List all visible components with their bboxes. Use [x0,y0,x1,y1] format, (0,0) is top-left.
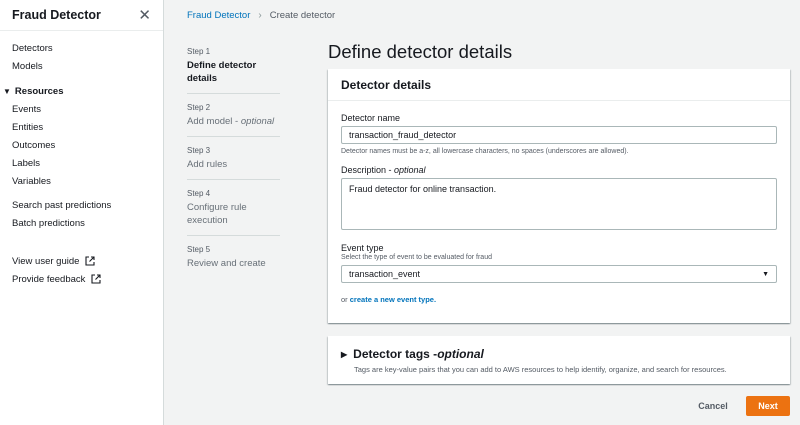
step-number: Step 2 [187,103,211,112]
event-type-hint: Select the type of event to be evaluated… [341,254,492,261]
step-1: Step 1 Define detector details [187,47,280,94]
detector-name-hint: Detector names must be a-z, all lowercas… [341,148,629,155]
sidebar-header: Fraud Detector ✕ [0,0,163,31]
sidebar-item-models[interactable]: Models [0,57,163,75]
description-label-optional: optional [394,165,426,175]
step-title-text: Add model - [187,116,241,127]
cancel-button[interactable]: Cancel [690,396,736,416]
caret-right-icon: ▶ [341,349,348,359]
sidebar-nav: Detectors Models ▼ Resources Events Enti… [0,31,163,288]
sidebar-item-label: View user guide [12,255,80,267]
create-event-type-line: or create a new event type. [341,295,777,304]
step-5: Step 5 Review and create [187,245,280,278]
step-number: Step 5 [187,245,211,254]
sidebar-item-labels[interactable]: Labels [0,154,163,172]
external-link-icon [85,256,95,266]
sidebar-section-resources[interactable]: ▼ Resources [0,82,163,100]
step-title: Add model - optional [187,115,280,128]
tags-description: Tags are key-value pairs that you can ad… [354,365,727,374]
external-link-icon [91,274,101,284]
breadcrumb: Fraud Detector › Create detector [187,10,335,21]
next-button[interactable]: Next [746,396,790,416]
step-3: Step 3 Add rules [187,146,280,180]
detector-tags-toggle[interactable]: ▶ Detector tags - optional [328,336,790,361]
panel-body: Detector name transaction_fraud_detector… [328,101,790,304]
caret-down-icon: ▼ [3,86,11,96]
detector-tags-panel: ▶ Detector tags - optional Tags are key-… [328,336,790,384]
event-type-label: Event type [341,243,384,253]
breadcrumb-current: Create detector [269,10,336,21]
detector-name-input[interactable]: transaction_fraud_detector [341,126,777,144]
sidebar-item-variables[interactable]: Variables [0,172,163,190]
step-title: Define detector details [187,60,257,84]
event-type-select[interactable]: transaction_event ▼ [341,265,777,283]
detector-name-label: Detector name [341,113,401,123]
description-textarea[interactable]: Fraud detector for online transaction. [341,178,777,230]
sidebar-item-view-user-guide[interactable]: View user guide [0,252,163,270]
create-event-type-link[interactable]: create a new event type. [350,295,436,304]
step-4: Step 4 Configure rule execution [187,189,280,236]
detector-details-panel: Detector details Detector name transacti… [328,69,790,323]
chevron-right-icon: › [258,10,262,21]
sidebar-item-events[interactable]: Events [0,100,163,118]
description-label-text: Description - [341,165,395,175]
caret-down-icon: ▼ [762,270,769,278]
event-type-value: transaction_event [349,269,421,279]
step-title: Review and create [187,258,266,269]
sidebar-item-search-past-predictions[interactable]: Search past predictions [0,196,163,214]
sidebar-item-batch-predictions[interactable]: Batch predictions [0,214,163,232]
sidebar-item-detectors[interactable]: Detectors [0,39,163,57]
step-title-optional: optional [240,116,275,127]
sidebar-item-entities[interactable]: Entities [0,118,163,136]
step-title: Configure rule execution [187,202,247,226]
tags-title-optional: optional [437,347,484,361]
panel-header: Detector details [328,69,790,101]
wizard-steps: Step 1 Define detector details Step 2 Ad… [187,47,280,287]
sidebar-section-label: Resources [14,85,64,97]
sidebar-item-provide-feedback[interactable]: Provide feedback [0,270,163,288]
sidebar-item-outcomes[interactable]: Outcomes [0,136,163,154]
sidebar-title[interactable]: Fraud Detector [12,8,101,22]
step-number: Step 4 [187,189,211,198]
step-2: Step 2 Add model - optional [187,103,280,137]
sidebar-item-label: Provide feedback [12,273,86,285]
close-icon[interactable]: ✕ [138,8,151,23]
description-label: Description - optional [341,165,777,175]
step-title: Add rules [187,159,228,170]
page-title: Define detector details [328,41,513,62]
side-navigation: Fraud Detector ✕ Detectors Models ▼ Reso… [0,0,164,425]
step-number: Step 3 [187,146,211,155]
step-number: Step 1 [187,47,211,56]
link-prefix: or [341,295,350,304]
tags-title: Detector tags - [353,347,438,361]
breadcrumb-fraud-detector[interactable]: Fraud Detector [187,10,250,21]
